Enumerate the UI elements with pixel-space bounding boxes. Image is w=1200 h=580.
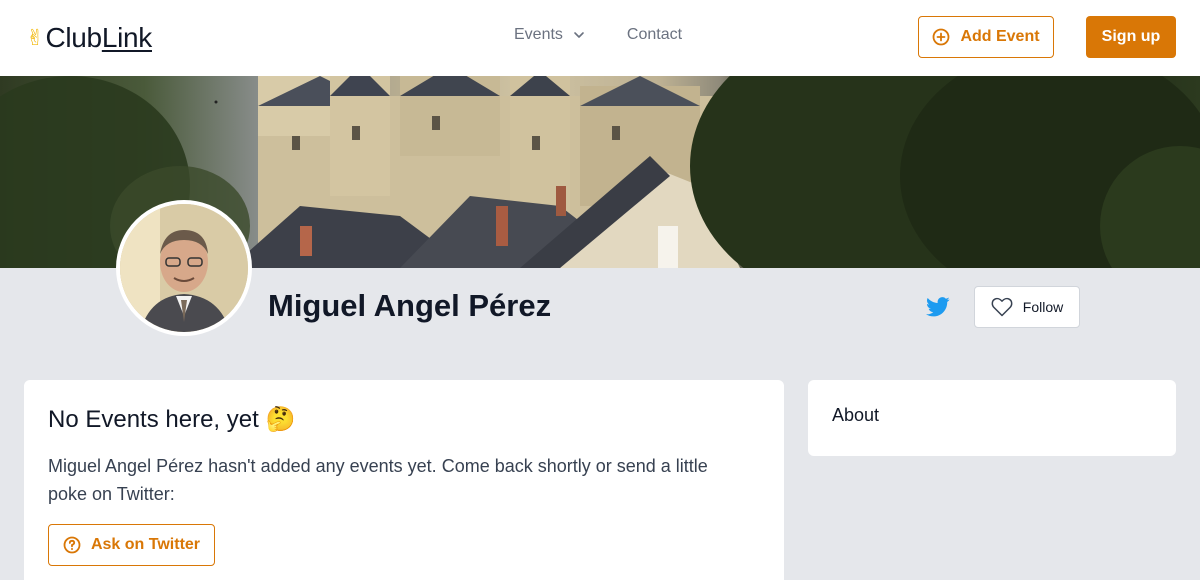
clublink-logo[interactable]: ✌ ClubLink [26,22,152,54]
chevron-down-icon [574,32,584,38]
events-card: No Events here, yet 🤔 Miguel Angel Pérez… [24,380,784,580]
events-card-title: No Events here, yet 🤔 [48,406,296,433]
follow-label: Follow [1022,299,1064,315]
nav-contact-label: Contact [626,26,683,43]
add-event-label: Add Event [960,28,1040,45]
nav-events-label: Events [514,26,563,43]
profile-avatar [116,200,252,336]
question-circle-icon [63,536,81,554]
add-event-button[interactable]: Add Event [918,16,1054,58]
signup-button[interactable]: Sign up [1086,16,1176,58]
main-nav: Events Contact [514,26,682,44]
profile-name: Miguel Angel Pérez [268,288,552,323]
avatar-photo [120,204,248,332]
logo-text: ClubLink [45,22,152,53]
victory-hand-icon: ✌ [26,25,45,50]
top-navbar: ✌ ClubLink Events Contact Add Event Sign… [0,0,1200,76]
twitter-icon[interactable] [926,296,950,318]
follow-button[interactable]: Follow [974,286,1080,328]
ask-on-twitter-label: Ask on Twitter [90,536,201,553]
plus-circle-icon [933,28,950,46]
ask-on-twitter-button[interactable]: Ask on Twitter [48,524,215,566]
heart-icon [991,297,1013,317]
about-card: About [808,380,1176,456]
about-title: About [832,405,880,425]
nav-contact-link[interactable]: Contact [627,26,682,44]
events-card-text: Miguel Angel Pérez hasn't added any even… [48,456,708,504]
nav-events-dropdown[interactable]: Events [514,26,585,44]
